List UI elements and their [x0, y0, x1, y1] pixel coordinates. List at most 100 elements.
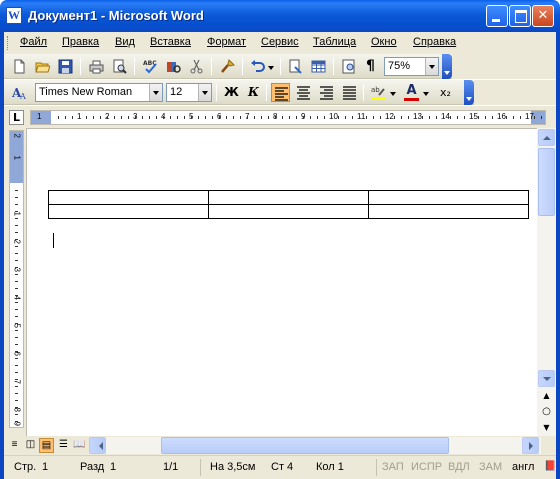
ruler-tick	[15, 239, 18, 240]
ruler-tick	[436, 116, 437, 119]
close-button[interactable]: ✕	[532, 5, 554, 27]
align-left-button[interactable]	[271, 83, 290, 102]
bold-button[interactable]: Ж	[222, 83, 241, 102]
maximize-button[interactable]	[509, 5, 531, 27]
scroll-left-button[interactable]	[89, 437, 106, 454]
table-cell[interactable]	[48, 204, 209, 219]
document-table[interactable]	[48, 190, 529, 219]
cut-button[interactable]	[187, 57, 206, 76]
ruler-tick	[15, 358, 18, 359]
chevron-down-icon[interactable]	[198, 84, 211, 101]
table-cell[interactable]	[368, 204, 529, 219]
reading-view-button[interactable]: 📖	[72, 438, 87, 453]
styles-button[interactable]: AA	[10, 83, 29, 102]
outline-view-button[interactable]: ☰	[56, 438, 71, 453]
paintbrush-icon	[221, 59, 235, 73]
vertical-scrollbar[interactable]: ▲ ○ ▼	[537, 128, 556, 436]
scroll-thumb[interactable]	[538, 148, 555, 216]
minimize-button[interactable]	[486, 5, 508, 27]
menu-help[interactable]: Справка	[413, 36, 456, 48]
save-button[interactable]	[56, 57, 75, 76]
ruler-tick	[394, 116, 395, 119]
status-track-changes[interactable]: ИСПР	[411, 461, 442, 473]
spelling-button[interactable]: ABC	[141, 57, 160, 76]
subscript-icon: x₂	[440, 86, 451, 99]
print-preview-button[interactable]	[110, 57, 129, 76]
horizontal-scrollbar[interactable]	[89, 437, 541, 454]
menu-format[interactable]: Формат	[207, 36, 246, 48]
print-button[interactable]	[87, 57, 106, 76]
ruler-tick	[296, 116, 297, 119]
print-layout-view-button[interactable]: ▤	[39, 438, 54, 453]
title-bar[interactable]: Документ1 - Microsoft Word ✕	[0, 0, 560, 32]
select-browse-object-button[interactable]: ○	[538, 403, 555, 420]
status-position: На 3,5см	[210, 461, 256, 473]
scroll-up-button[interactable]	[538, 129, 555, 146]
research-button[interactable]	[164, 57, 183, 76]
ruler-tick	[142, 116, 143, 119]
normal-view-button[interactable]: ≡	[7, 438, 22, 453]
insert-table-button[interactable]	[309, 57, 328, 76]
open-button[interactable]	[33, 57, 52, 76]
spelling-status-icon[interactable]: 📕	[544, 461, 556, 472]
vertical-ruler[interactable]: 21123456789	[9, 130, 24, 428]
ruler-tick	[212, 116, 213, 119]
italic-button[interactable]: К	[244, 83, 263, 102]
align-center-button[interactable]	[294, 83, 313, 102]
menu-insert[interactable]: Вставка	[150, 36, 191, 48]
menu-view[interactable]: Вид	[115, 36, 135, 48]
status-record-macro[interactable]: ЗАП	[382, 461, 404, 473]
show-formatting-button[interactable]: ¶	[361, 57, 380, 76]
table-cell[interactable]	[368, 190, 529, 205]
justify-button[interactable]	[340, 83, 359, 102]
undo-button[interactable]	[248, 57, 267, 76]
styles-icon: AA	[12, 86, 26, 100]
table-cell[interactable]	[208, 190, 369, 205]
document-page[interactable]	[26, 128, 537, 436]
document-map-button[interactable]	[339, 57, 358, 76]
menu-file[interactable]: Файл	[20, 36, 47, 48]
subscript-button[interactable]: x₂	[436, 83, 455, 102]
ruler-tick	[289, 116, 290, 119]
status-extend-selection[interactable]: ВДЛ	[448, 461, 470, 473]
scroll-down-button[interactable]	[538, 370, 555, 387]
toolbar-options-button[interactable]	[442, 54, 452, 79]
align-right-button[interactable]	[317, 83, 336, 102]
undo-icon	[251, 60, 265, 72]
new-document-button[interactable]	[10, 57, 29, 76]
insert-hyperlink-button[interactable]	[286, 57, 305, 76]
menu-tools[interactable]: Сервис	[261, 36, 299, 48]
highlight-dropdown-button[interactable]	[389, 83, 398, 102]
tab-selector[interactable]: L	[9, 110, 24, 125]
zoom-combo[interactable]: 75%	[384, 57, 439, 76]
table-cell[interactable]	[48, 190, 209, 205]
chevron-down-icon[interactable]	[425, 58, 438, 75]
table-cell[interactable]	[208, 204, 369, 219]
menu-window[interactable]: Окно	[371, 36, 397, 48]
undo-dropdown-button[interactable]	[266, 57, 276, 76]
chevron-down-icon[interactable]	[149, 84, 162, 101]
ruler-tick	[15, 337, 18, 338]
menu-grip[interactable]	[7, 36, 10, 50]
font-name-combo[interactable]: Times New Roman	[35, 83, 163, 102]
status-overtype[interactable]: ЗАМ	[479, 461, 502, 473]
font-color-dropdown-button[interactable]	[422, 83, 431, 102]
format-painter-button[interactable]	[218, 57, 237, 76]
horizontal-scroll-thumb[interactable]	[161, 437, 449, 454]
toolbar-separator	[333, 58, 334, 75]
ruler-number: 9	[12, 421, 22, 426]
highlight-button[interactable]: ab	[369, 83, 388, 102]
horizontal-ruler[interactable]: 11234567891011121314151617	[30, 110, 546, 125]
web-layout-view-button[interactable]: ◫	[23, 438, 38, 453]
menu-table[interactable]: Таблица	[313, 36, 356, 48]
scroll-right-button[interactable]	[522, 437, 539, 454]
toolbar-options-button[interactable]	[464, 80, 474, 105]
menu-edit[interactable]: Правка	[62, 36, 99, 48]
next-page-button[interactable]: ▼	[538, 419, 555, 436]
previous-page-button[interactable]: ▲	[538, 387, 555, 404]
font-size-combo[interactable]: 12	[166, 83, 212, 102]
ruler-tick	[15, 386, 18, 387]
font-color-button[interactable]: A	[402, 83, 421, 102]
word-app-icon[interactable]	[6, 7, 22, 24]
toolbar-separator	[363, 84, 364, 101]
